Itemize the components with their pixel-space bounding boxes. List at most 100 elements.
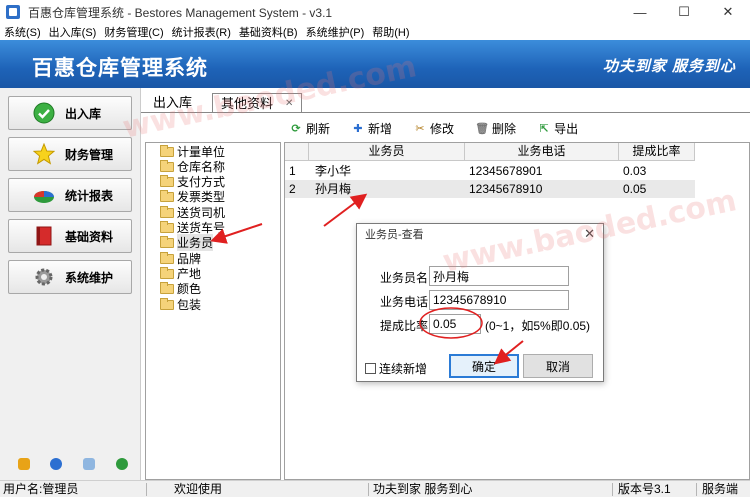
tree-item-label: 包装 <box>177 298 202 312</box>
nav-finance-button[interactable]: 财务管理 <box>8 137 132 171</box>
tree-item[interactable]: 颜色 <box>160 281 201 296</box>
column-header-salesperson[interactable]: 业务员 <box>309 143 465 161</box>
export-button[interactable]: ⇱ 导出 <box>538 120 578 137</box>
menu-finance[interactable]: 财务管理(C) <box>100 24 167 40</box>
folder-icon <box>160 235 174 248</box>
column-header-phone[interactable]: 业务电话 <box>465 143 619 161</box>
exit-icon[interactable] <box>116 458 128 470</box>
tree-item[interactable]: 送货司机 <box>160 205 225 220</box>
status-welcome: 欢迎使用 <box>174 482 223 496</box>
tree-item-label: 颜色 <box>177 282 202 296</box>
edit-button[interactable]: ✂ 修改 <box>414 120 454 137</box>
menu-bar: 系统(S) 出入库(S) 财务管理(C) 统计报表(R) 基础资料(B) 系统维… <box>0 24 750 40</box>
cell-salesperson: 李小华 <box>315 164 352 178</box>
tree-item-salesperson[interactable]: 业务员 <box>160 234 214 251</box>
cell-phone: 12345678910 <box>469 182 543 196</box>
folder-icon <box>160 251 174 264</box>
tree-item[interactable]: 包装 <box>160 297 201 312</box>
row-index: 2 <box>289 182 296 196</box>
plus-icon: ✚ <box>353 122 363 135</box>
nav-finance-label: 财务管理 <box>65 147 114 162</box>
nav-maintenance-button[interactable]: 系统维护 <box>8 260 132 294</box>
app-icon <box>6 5 20 19</box>
menu-maintenance[interactable]: 系统维护(P) <box>302 24 369 40</box>
toolbar: ⟳ 刷新 ✚ 新增 ✂ 修改 🗑︎ 删除 ⇱ 导出 <box>290 118 600 138</box>
title-bar: 百惠仓库管理系统 - Bestores Management System - … <box>0 0 750 24</box>
nav-inout-label: 出入库 <box>65 106 102 121</box>
window-title: 百惠仓库管理系统 - Bestores Management System - … <box>28 5 333 20</box>
search-icon[interactable] <box>83 458 95 470</box>
folder-icon <box>160 205 174 218</box>
cell-salesperson: 孙月梅 <box>315 182 352 196</box>
menu-system[interactable]: 系统(S) <box>0 24 45 40</box>
rate-field[interactable] <box>429 314 481 334</box>
refresh-button[interactable]: ⟳ 刷新 <box>290 120 330 137</box>
status-divider <box>696 483 697 496</box>
app-slogan: 功夫到家 服务到心 <box>602 58 736 75</box>
nav-basic-data-label: 基础资料 <box>65 229 114 244</box>
status-bar: 用户名:管理员 欢迎使用 功夫到家 服务到心 版本号3.1 服务端 <box>0 480 750 497</box>
continuous-add-checkbox[interactable]: 连续新增 <box>365 360 427 377</box>
export-icon: ⇱ <box>539 122 549 135</box>
ok-button[interactable]: 确定 <box>449 354 519 378</box>
status-side: 服务端 <box>702 482 739 496</box>
table-row-selected[interactable]: 2 孙月梅 12345678910 0.05 <box>285 180 695 198</box>
status-divider <box>368 483 369 496</box>
tree-item[interactable]: 发票类型 <box>160 189 225 204</box>
tree-item[interactable]: 产地 <box>160 266 201 281</box>
cancel-button[interactable]: 取消 <box>523 354 593 378</box>
folder-icon <box>160 189 174 202</box>
refresh-icon: ⟳ <box>291 122 301 135</box>
category-tree: 计量单位 仓库名称 支付方式 发票类型 送货司机 送货车号 业务员 品牌 产地 … <box>145 142 281 480</box>
tree-item[interactable]: 送货车号 <box>160 220 225 235</box>
cell-phone: 12345678901 <box>469 164 543 178</box>
nav-inout-button[interactable]: 出入库 <box>8 96 132 130</box>
continuous-add-label: 连续新增 <box>379 362 428 376</box>
menu-reports[interactable]: 统计报表(R) <box>168 24 235 40</box>
checkbox-box <box>365 363 376 374</box>
trash-icon: 🗑︎ <box>475 122 490 135</box>
tree-item-label: 发票类型 <box>177 190 226 204</box>
maximize-button[interactable]: ☐ <box>662 0 706 24</box>
menu-inout[interactable]: 出入库(S) <box>45 24 101 40</box>
book-icon <box>33 225 55 247</box>
menu-basic-data[interactable]: 基础资料(B) <box>235 24 302 40</box>
star-icon <box>33 143 55 165</box>
table-row[interactable]: 1 李小华 12345678901 0.03 <box>285 162 695 180</box>
tree-item[interactable]: 支付方式 <box>160 174 225 189</box>
folder-icon <box>160 159 174 172</box>
edit-label: 修改 <box>430 121 455 136</box>
delete-label: 删除 <box>492 121 517 136</box>
minimize-button[interactable]: — <box>618 0 662 24</box>
nav-maintenance-label: 系统维护 <box>65 270 114 285</box>
folder-shortcut-icon[interactable] <box>18 458 30 470</box>
status-slogan: 功夫到家 服务到心 <box>373 482 473 496</box>
nav-reports-label: 统计报表 <box>65 188 114 203</box>
check-icon <box>33 102 55 124</box>
status-version: 版本号3.1 <box>618 482 671 496</box>
tree-item[interactable]: 仓库名称 <box>160 159 225 174</box>
row-index: 1 <box>289 164 296 178</box>
add-button[interactable]: ✚ 新增 <box>352 120 392 137</box>
quick-icons <box>0 454 141 474</box>
nav-basic-data-button[interactable]: 基础资料 <box>8 219 132 253</box>
tree-item[interactable]: 品牌 <box>160 251 201 266</box>
folder-icon <box>160 220 174 233</box>
menu-help[interactable]: 帮助(H) <box>368 24 413 40</box>
close-button[interactable]: ✕ <box>706 0 750 24</box>
tools-icon: ✂ <box>415 122 425 135</box>
phone-label: 业务电话 <box>380 295 429 309</box>
nav-reports-button[interactable]: 统计报表 <box>8 178 132 212</box>
pie-chart-icon <box>33 184 55 206</box>
add-label: 新增 <box>368 121 393 136</box>
column-header-index <box>285 143 309 161</box>
status-user: 用户名:管理员 <box>3 482 79 496</box>
grid-header: 业务员 业务电话 提成比率 <box>285 143 695 161</box>
status-divider <box>146 483 147 496</box>
delete-button[interactable]: 🗑︎ 删除 <box>475 120 517 137</box>
folder-icon <box>160 174 174 187</box>
tree-item[interactable]: 计量单位 <box>160 144 225 159</box>
clock-icon[interactable] <box>50 458 62 470</box>
column-header-rate[interactable]: 提成比率 <box>619 143 695 161</box>
phone-field[interactable] <box>429 290 569 310</box>
